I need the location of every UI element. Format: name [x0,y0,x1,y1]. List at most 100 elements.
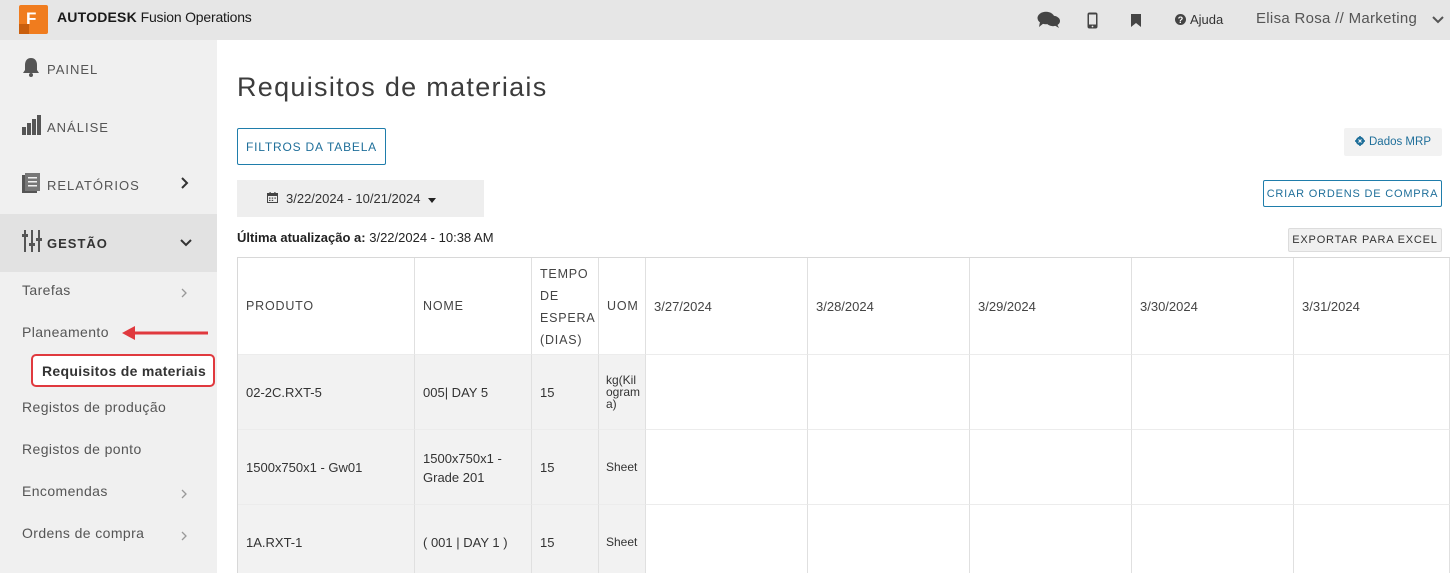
page-title: Requisitos de materiais [237,72,548,102]
user-menu[interactable]: Elisa Rosa // Marketing [1256,10,1417,27]
autodesk-fusion-logo[interactable]: F [19,5,48,34]
sidebar-item-relatorios[interactable]: RELATÓRIOS [0,156,217,214]
cell-nome: ( 001 | DAY 1 ) [415,505,532,573]
cell-tempo: 15 [532,355,599,430]
table-row[interactable]: 1500x750x1 - Gw01 1500x750x1 - Grade 201… [238,430,1450,505]
help-link[interactable]: ? Ajuda [1175,12,1223,27]
chevron-right-icon [181,285,188,303]
sidebar-subitem-label: Registos de ponto [22,441,142,457]
help-label: Ajuda [1190,12,1224,27]
sidebar-subitem-label: Encomendas [22,483,108,499]
column-header-tempo-espera[interactable]: TEMPO DE ESPERA (DIAS) [532,258,599,355]
cell-date [646,505,808,573]
annotation-arrow [122,326,208,345]
last-update: Última atualização a: 3/22/2024 - 10:38 … [237,230,494,245]
table-header-row: PRODUTO NOME TEMPO DE ESPERA (DIAS) UOM … [238,258,1450,355]
brand-name: AUTODESK Fusion Operations [57,9,252,25]
cell-date [646,430,808,505]
sidebar-subitem-label: Planeamento [22,324,109,340]
column-header-uom[interactable]: UOM [599,258,646,355]
sidebar: PAINEL ANÁLISE RELATÓRIOS GESTÃO Tarefas… [0,40,217,573]
column-header-date[interactable]: 3/27/2024 [646,258,808,355]
cell-date [970,505,1132,573]
sliders-icon [22,229,42,257]
date-range-picker[interactable]: 3/22/2024 - 10/21/2024 [237,180,484,217]
cell-date [970,355,1132,430]
sidebar-subitem-label: Registos de produção [22,399,167,415]
sidebar-subitem-label: Tarefas [22,282,71,298]
column-header-date[interactable]: 3/30/2024 [1132,258,1294,355]
top-bar: F AUTODESK Fusion Operations ? Ajuda Eli… [0,0,1450,40]
chat-icon[interactable] [1037,10,1061,30]
cell-tempo: 15 [532,430,599,505]
materials-table: PRODUTO NOME TEMPO DE ESPERA (DIAS) UOM … [237,257,1450,573]
gear-icon [1355,135,1365,149]
cell-date [1132,355,1294,430]
bell-icon [22,57,40,82]
table-filters-button[interactable]: FILTROS DA TABELA [237,128,386,165]
column-header-date[interactable]: 3/31/2024 [1294,258,1450,355]
caret-down-icon [428,191,437,206]
logo-letter: F [26,9,37,28]
date-range-value: 3/22/2024 - 10/21/2024 [286,191,421,206]
cell-uom: Sheet [599,430,646,505]
export-excel-button[interactable]: EXPORTAR PARA EXCEL [1288,228,1442,252]
brand-product: Fusion Operations [140,9,252,25]
column-header-date[interactable]: 3/29/2024 [970,258,1132,355]
sidebar-subitem-requisitos-materiais[interactable]: Requisitos de materiais [31,354,215,387]
bar-chart-icon [22,114,42,140]
table-row[interactable]: 02-2C.RXT-5 005| DAY 5 15 kg(Kilograma) [238,355,1450,430]
sidebar-subitem-encomendas[interactable]: Encomendas [0,473,217,509]
column-header-nome[interactable]: NOME [415,258,532,355]
sidebar-item-label: PAINEL [47,61,99,77]
cell-date [646,355,808,430]
cell-date [1132,430,1294,505]
bookmark-icon[interactable] [1131,10,1141,30]
cell-tempo: 15 [532,505,599,573]
sidebar-item-gestao[interactable]: GESTÃO [0,214,217,272]
column-header-date[interactable]: 3/28/2024 [808,258,970,355]
cell-date [808,505,970,573]
column-header-produto[interactable]: PRODUTO [238,258,415,355]
sidebar-subitem-label: Ordens de compra [22,525,145,541]
chevron-down-icon [180,234,192,252]
sidebar-item-label: GESTÃO [47,235,108,251]
cell-date [1132,505,1294,573]
sidebar-item-analise[interactable]: ANÁLISE [0,98,217,156]
cell-date [1294,505,1450,573]
chevron-down-icon[interactable] [1432,12,1444,30]
cell-nome: 1500x750x1 - Grade 201 [415,430,532,505]
brand-bold: AUTODESK [57,9,137,25]
cell-produto: 02-2C.RXT-5 [238,355,415,430]
sidebar-subitem-label: Requisitos de materiais [42,363,207,379]
sidebar-subitem-registos-ponto[interactable]: Registos de ponto [0,431,217,467]
cell-date [808,430,970,505]
sidebar-subitem-ordens-compra[interactable]: Ordens de compra [0,515,217,551]
sidebar-item-label: RELATÓRIOS [47,177,140,193]
mrp-data-label: Dados MRP [1369,136,1431,148]
cell-nome: 005| DAY 5 [415,355,532,430]
sidebar-item-label: ANÁLISE [47,119,109,135]
last-update-label: Última atualização a: [237,230,366,245]
cell-uom: Sheet [599,505,646,573]
last-update-value: 3/22/2024 - 10:38 AM [369,230,494,245]
chevron-right-icon [181,486,188,504]
chevron-right-icon [180,176,189,194]
sidebar-item-painel[interactable]: PAINEL [0,40,217,98]
mobile-icon[interactable] [1087,10,1098,30]
calendar-icon [267,191,278,206]
sidebar-subitem-registos-producao[interactable]: Registos de produção [0,389,217,425]
cell-date [970,430,1132,505]
create-purchase-orders-button[interactable]: CRIAR ORDENS DE COMPRA [1263,180,1442,207]
cell-produto: 1A.RXT-1 [238,505,415,573]
chevron-right-icon [181,528,188,546]
cell-date [1294,430,1450,505]
cell-produto: 1500x750x1 - Gw01 [238,430,415,505]
table-row[interactable]: 1A.RXT-1 ( 001 | DAY 1 ) 15 Sheet [238,505,1450,573]
cell-uom: kg(Kilograma) [599,355,646,430]
cell-date [808,355,970,430]
cell-date [1294,355,1450,430]
mrp-data-button[interactable]: Dados MRP [1344,128,1442,156]
reports-icon [22,172,42,198]
sidebar-subitem-tarefas[interactable]: Tarefas [0,272,217,308]
